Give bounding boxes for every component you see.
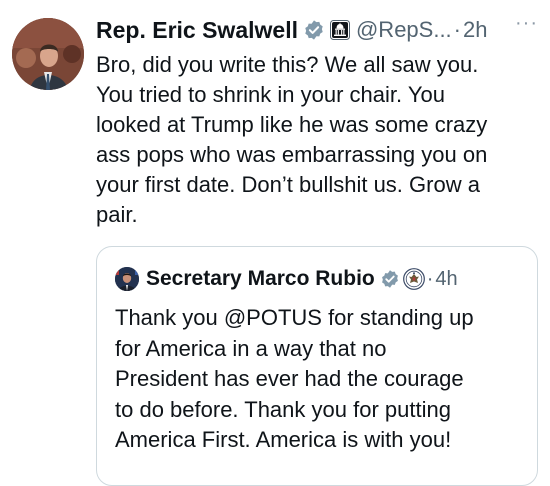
separator-dot: · [426,267,434,290]
separator-dot: · [453,17,461,42]
verified-badge-icon [303,19,325,41]
author-handle[interactable]: @RepS... [356,17,452,43]
post-text-line: ass pops who was embarrassing you on [96,142,488,167]
quoted-author-avatar[interactable] [115,267,139,291]
post-header: Rep. Eric Swalwell @RepS... · 2h ··· [96,12,542,46]
capitol-building-icon [329,20,350,40]
quoted-post-text-line: Thank you @POTUS for standing up [115,305,474,330]
quoted-post-text-line: President has ever had the courage [115,366,464,391]
author-name[interactable]: Rep. Eric Swalwell [96,17,298,44]
quoted-post-text-line: America First. America is with you! [115,427,452,452]
quoted-post-header: Secretary Marco Rubio · 4h [115,265,458,293]
author-avatar[interactable] [12,18,84,90]
post-text-line: You tried to shrink in your chair. You [96,82,445,107]
quoted-post-text: Thank you @POTUS for standing up for Ame… [115,303,525,456]
post-timestamp[interactable]: 2h [463,17,487,43]
quoted-post-timestamp[interactable]: 4h [435,268,457,291]
quoted-post-text-line: to do before. Thank you for putting [115,396,451,422]
post-text-line: looked at Trump like he was some crazy [96,112,488,137]
post-text-line: your first date. Don’t bullshit us. Grow… [96,172,480,197]
post-text-line: Bro, did you write this? We all saw you. [96,52,479,77]
post-text-line: pair. [96,202,138,227]
state-department-seal-icon [402,268,425,290]
quoted-author-name[interactable]: Secretary Marco Rubio [146,267,375,291]
more-options-icon[interactable]: ··· [515,12,538,35]
quoted-post-text-line: for America in a way that no [115,335,387,361]
post: Rep. Eric Swalwell @RepS... · 2h ··· Bro… [0,0,550,486]
post-text: Bro, did you write this? We all saw you.… [96,50,536,230]
quoted-author-avatar-image [115,267,139,291]
author-avatar-image [12,18,84,90]
quoted-post[interactable]: Secretary Marco Rubio · 4h Thank you @PO… [96,246,538,486]
verified-badge-icon [380,269,400,289]
